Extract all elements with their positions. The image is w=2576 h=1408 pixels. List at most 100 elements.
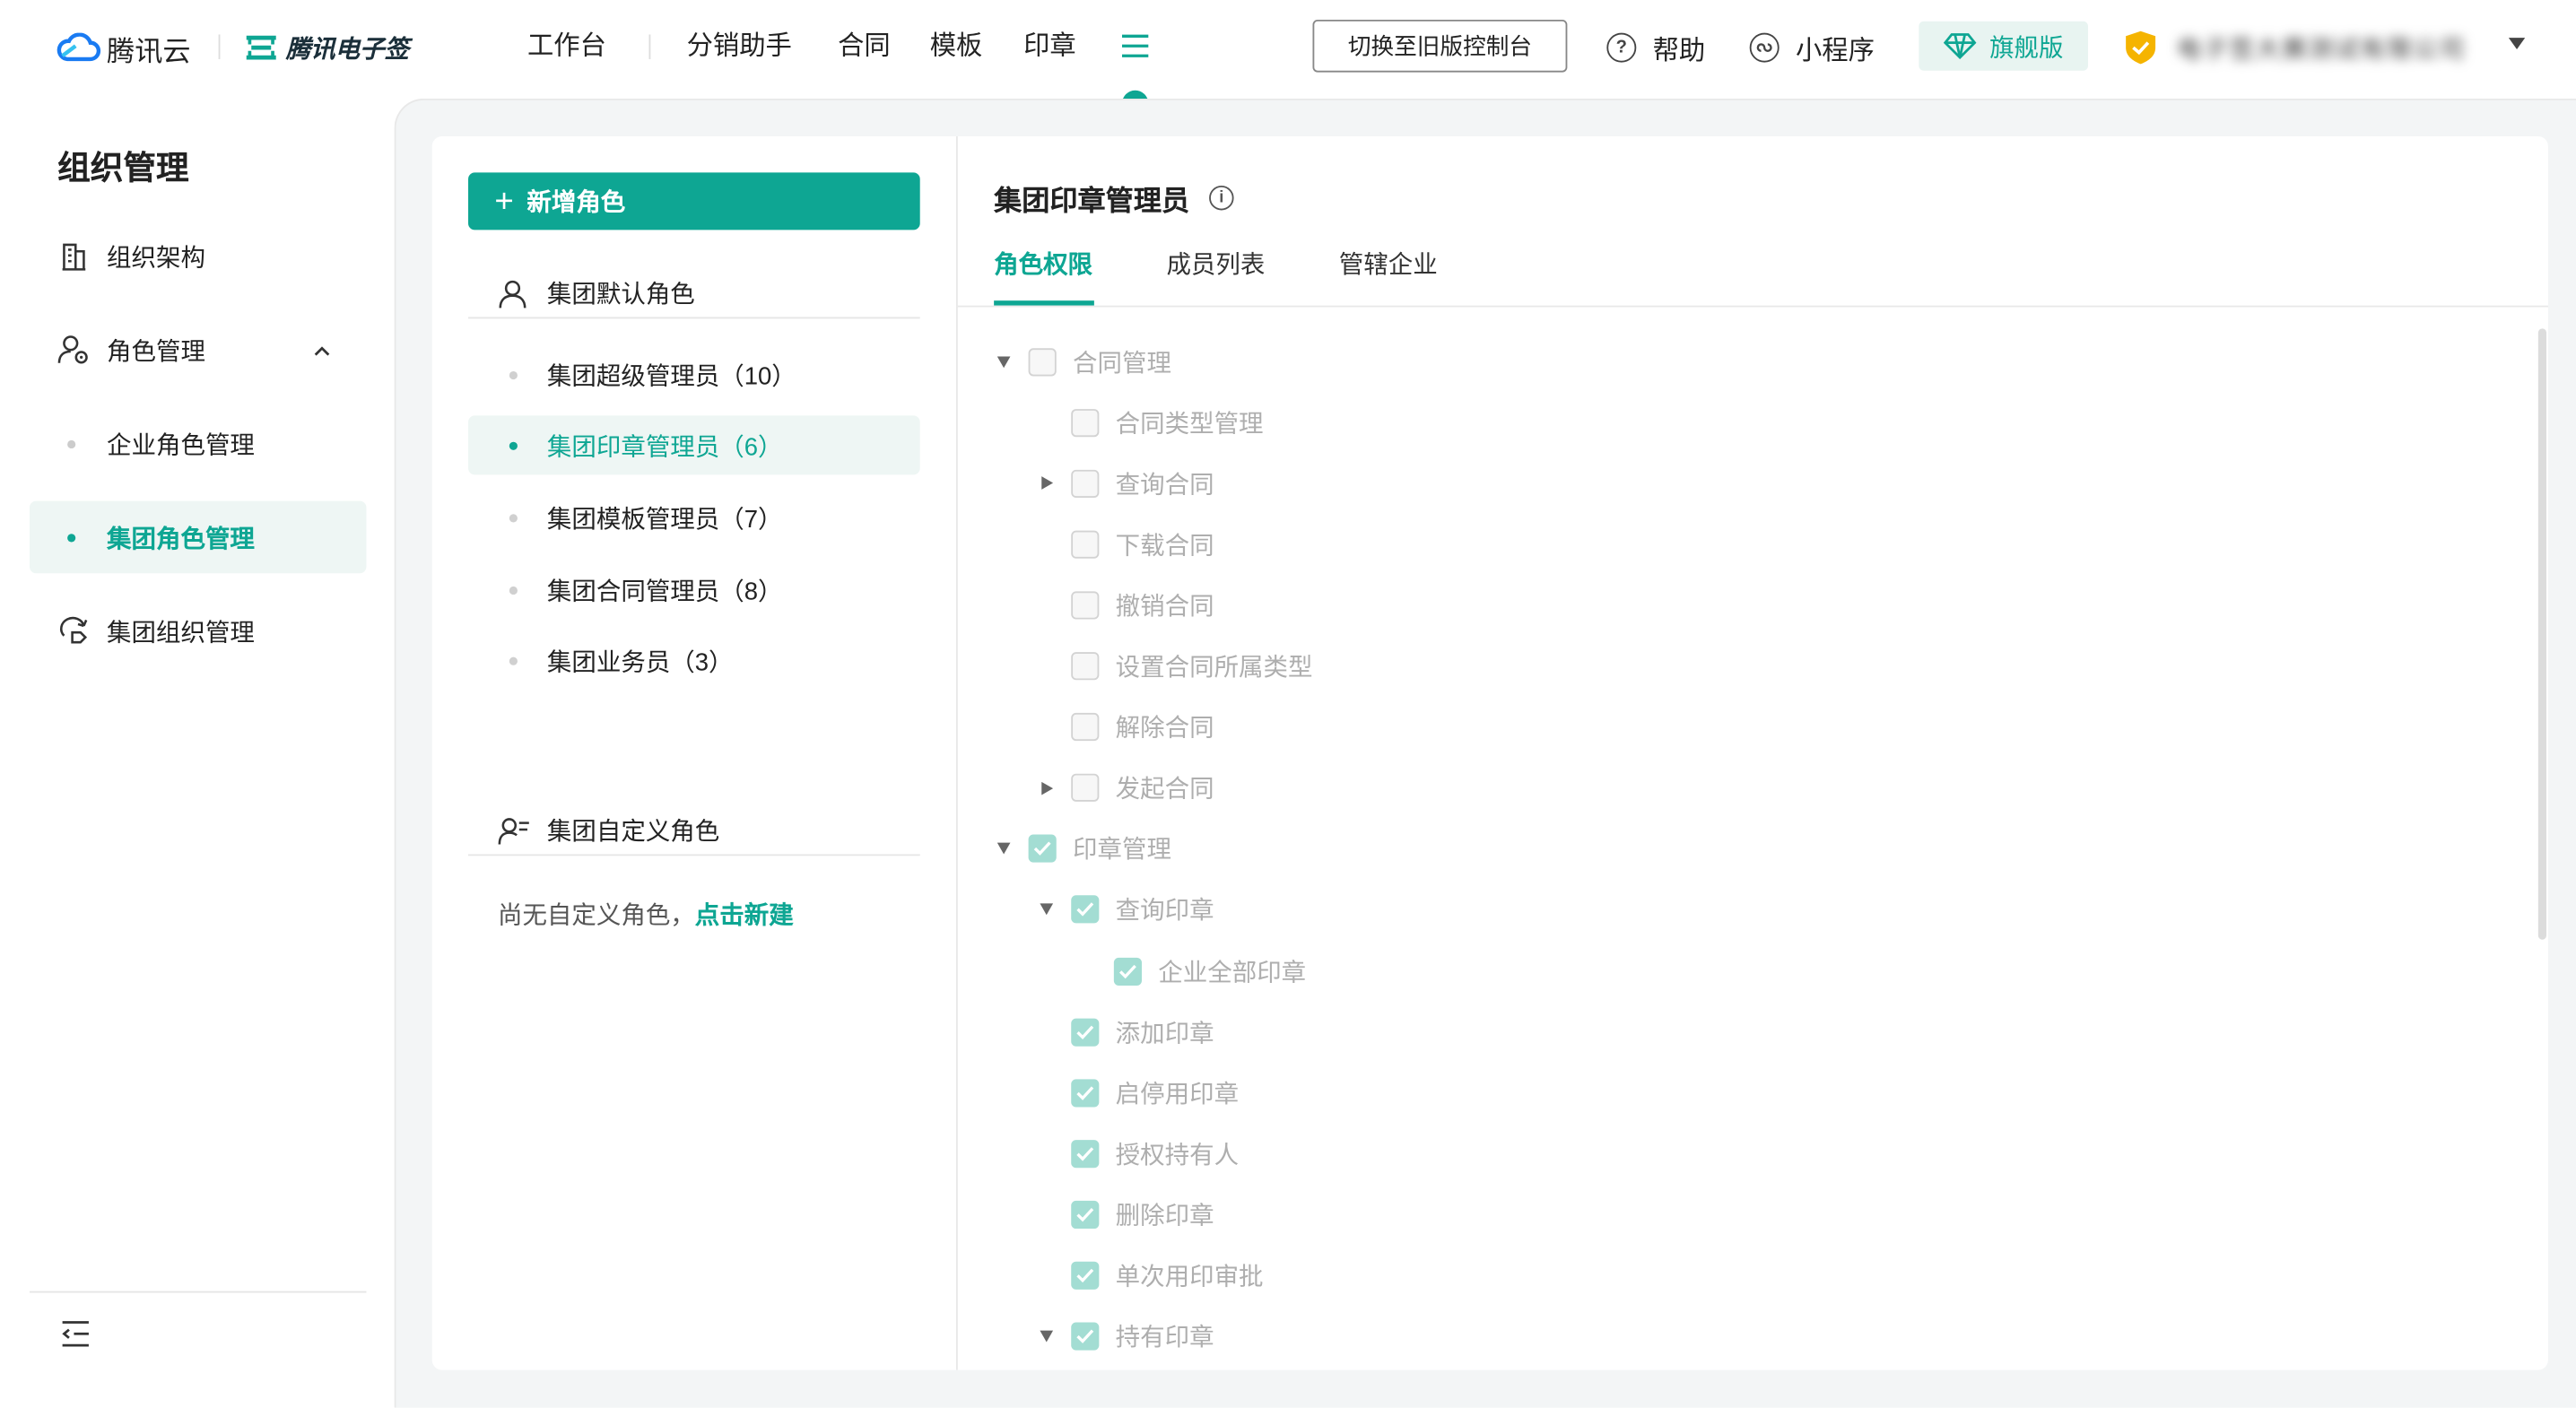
permission-row[interactable]: 印章管理 <box>994 830 1171 869</box>
tab-members[interactable]: 成员列表 <box>1166 247 1265 286</box>
permission-checkbox[interactable] <box>1071 1261 1100 1290</box>
miniprogram-link[interactable]: 小程序 <box>1749 28 1875 67</box>
role-item[interactable]: 集团合同管理员（8） <box>468 561 920 620</box>
help-label: 帮助 <box>1652 38 1706 66</box>
permission-checkbox[interactable] <box>1071 469 1100 498</box>
caret-down-icon[interactable] <box>1037 900 1057 920</box>
sidebar-item-enterprise-roles[interactable]: 企业角色管理 <box>30 407 366 480</box>
permission-row[interactable]: 删除印章 <box>1037 1195 1214 1234</box>
permission-checkbox[interactable] <box>1113 956 1142 986</box>
edition-badge[interactable]: 旗舰版 <box>1919 21 2089 71</box>
sidebar-item-org-structure[interactable]: 组织架构 <box>30 220 366 292</box>
permission-label: 撤销合同 <box>1115 593 1214 621</box>
switch-console-button[interactable]: 切换至旧版控制台 <box>1312 19 1568 73</box>
caret-down-icon[interactable] <box>994 839 1014 859</box>
permission-row[interactable]: 设置合同所属类型 <box>1037 647 1313 686</box>
role-item-selected[interactable]: 集团印章管理员（6） <box>468 415 920 475</box>
permission-row[interactable]: 合同类型管理 <box>1037 403 1264 442</box>
nav-contract[interactable]: 合同 <box>838 28 891 67</box>
tab-permissions[interactable]: 角色权限 <box>994 247 1092 286</box>
nav-distribution[interactable]: 分销助手 <box>687 28 792 67</box>
help-link[interactable]: ? 帮助 <box>1606 28 1705 67</box>
role-label: 集团模板管理员（7） <box>546 505 783 534</box>
permission-checkbox[interactable] <box>1071 530 1100 559</box>
default-roles-header: 集团默认角色 <box>468 269 920 319</box>
role-icon <box>57 334 91 367</box>
company-dropdown-icon[interactable] <box>2508 38 2526 49</box>
sidebar-divider <box>29 1291 367 1293</box>
verified-shield-icon <box>2126 30 2156 65</box>
brand-cloud-text: 腾讯云 <box>107 35 191 67</box>
esign-logo[interactable]: 腾讯电子签 <box>245 28 409 67</box>
permission-row[interactable]: 添加印章 <box>1037 1012 1214 1051</box>
info-icon[interactable]: i <box>1209 185 1234 211</box>
permission-label: 印章管理 <box>1073 836 1171 865</box>
permission-row[interactable]: 撤销合同 <box>1037 586 1214 625</box>
permission-checkbox[interactable] <box>1071 1017 1100 1047</box>
help-icon: ? <box>1606 32 1637 63</box>
logo-divider <box>218 34 221 59</box>
permission-checkbox[interactable] <box>1071 1322 1100 1351</box>
permission-checkbox[interactable] <box>1071 713 1100 742</box>
diamond-icon <box>1943 33 1977 59</box>
company-switcher[interactable]: 电子签大赛测试有限公司 <box>2124 26 2466 69</box>
role-item[interactable]: 集团业务员（3） <box>468 630 920 690</box>
permission-checkbox[interactable] <box>1071 895 1100 925</box>
permission-checkbox[interactable] <box>1028 347 1057 376</box>
add-role-label: 新增角色 <box>527 188 626 217</box>
permission-label: 解除合同 <box>1115 714 1214 743</box>
brand-sign-text: 腾讯电子签 <box>285 35 410 64</box>
tab-enterprises[interactable]: 管辖企业 <box>1339 247 1438 286</box>
scrollbar[interactable] <box>2537 328 2547 940</box>
permission-row[interactable]: 查询印章 <box>1037 891 1214 930</box>
nav-template[interactable]: 模板 <box>930 28 983 67</box>
main-panel <box>431 136 2548 1370</box>
user-icon <box>498 277 531 310</box>
permission-row[interactable]: 下载合同 <box>1037 525 1214 564</box>
chevron-up-icon[interactable] <box>312 342 332 361</box>
permission-checkbox[interactable] <box>1071 652 1100 681</box>
permission-checkbox[interactable] <box>1071 774 1100 803</box>
nav-seal[interactable]: 印章 <box>1023 28 1076 67</box>
permission-label: 单次用印审批 <box>1115 1263 1264 1291</box>
menu-icon[interactable] <box>1118 30 1152 63</box>
tencent-cloud-logo[interactable]: 腾讯云 <box>56 28 190 67</box>
permission-row[interactable]: 启停用印章 <box>1037 1073 1239 1112</box>
caret-right-icon[interactable] <box>1037 474 1057 493</box>
add-role-button[interactable]: + 新增角色 <box>468 172 920 230</box>
permission-label: 查询合同 <box>1115 471 1214 500</box>
role-item[interactable]: 集团模板管理员（7） <box>468 488 920 547</box>
permission-row[interactable]: 企业全部印章 <box>1079 952 1306 991</box>
permission-row[interactable]: 持有印章 <box>1037 1317 1214 1356</box>
permission-row[interactable]: 合同管理 <box>994 342 1171 381</box>
create-custom-role-link[interactable]: 点击新建 <box>695 902 794 930</box>
custom-roles-header: 集团自定义角色 <box>468 806 920 856</box>
caret-right-icon[interactable] <box>1037 778 1057 798</box>
nav-workbench[interactable]: 工作台 <box>527 28 606 67</box>
permission-row[interactable]: 授权持有人 <box>1037 1134 1239 1173</box>
permission-row[interactable]: 单次用印审批 <box>1037 1256 1264 1295</box>
permission-checkbox[interactable] <box>1028 835 1057 864</box>
bullet-dot <box>509 440 518 449</box>
caret-down-icon[interactable] <box>994 352 1014 371</box>
sidebar-item-group-org[interactable]: 集团组织管理 <box>30 595 366 667</box>
permission-checkbox[interactable] <box>1071 1139 1100 1168</box>
permission-row[interactable]: 查询合同 <box>1037 464 1214 503</box>
collapse-sidebar-icon[interactable] <box>59 1317 92 1351</box>
permission-checkbox[interactable] <box>1071 591 1100 620</box>
caret-down-icon[interactable] <box>1037 1326 1057 1346</box>
sidebar-item-label: 集团组织管理 <box>107 618 255 647</box>
role-item[interactable]: 集团超级管理员（10） <box>468 345 920 404</box>
sidebar-item-group-roles[interactable]: 集团角色管理 <box>29 500 367 574</box>
permission-row[interactable]: 发起合同 <box>1037 769 1214 808</box>
permission-checkbox[interactable] <box>1071 1200 1100 1229</box>
permission-checkbox[interactable] <box>1071 408 1100 437</box>
permission-checkbox[interactable] <box>1071 1078 1100 1107</box>
permission-row[interactable]: 解除合同 <box>1037 708 1214 747</box>
bullet-dot <box>509 513 518 522</box>
